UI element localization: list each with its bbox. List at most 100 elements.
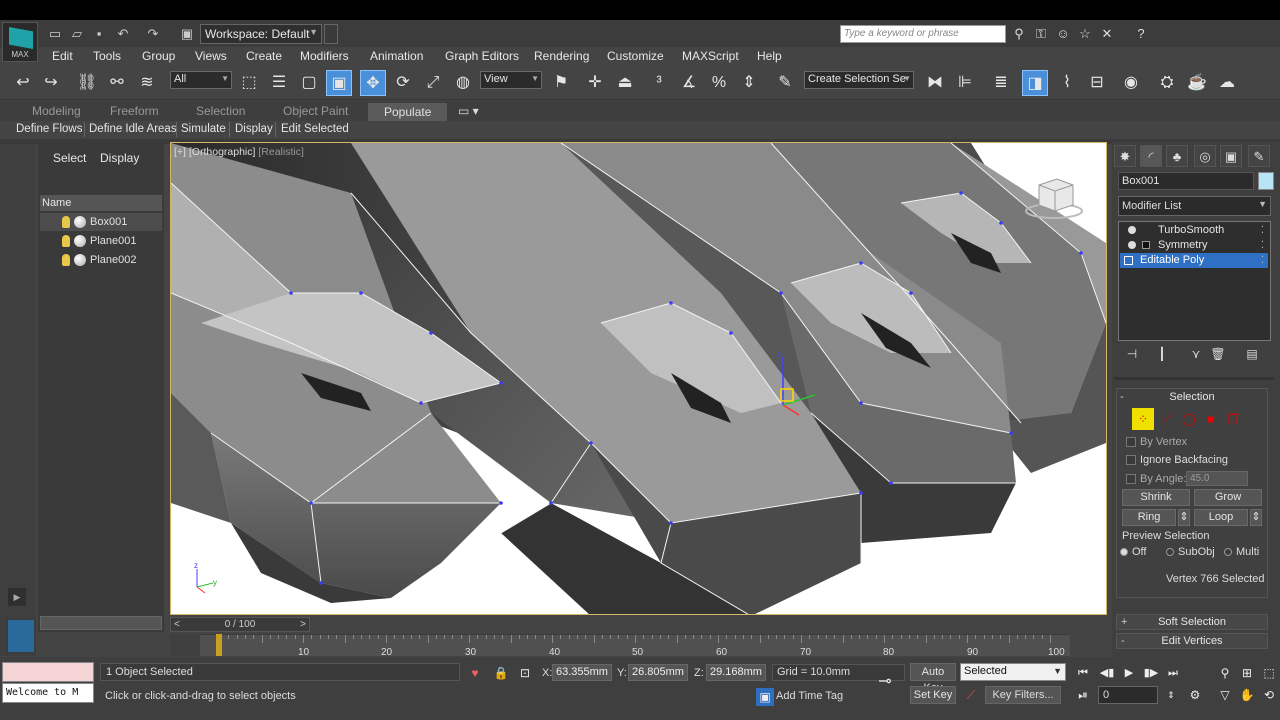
time-slider-track[interactable]	[310, 617, 1107, 632]
by-vertex-checkbox[interactable]	[1126, 437, 1136, 447]
preview-multi-radio[interactable]	[1224, 548, 1232, 556]
menu-help[interactable]: Help	[757, 49, 782, 63]
grow-button[interactable]: Grow	[1194, 489, 1262, 506]
expand-icon[interactable]	[1124, 256, 1133, 265]
go-to-end-icon[interactable]: ⏭	[1164, 664, 1182, 682]
define-flows-button[interactable]: Define Flows	[16, 123, 82, 135]
modifier-list-dropdown[interactable]: Modifier List ▼	[1118, 196, 1271, 216]
light-bulb-icon[interactable]	[1128, 226, 1136, 234]
open-file-icon[interactable]: ▱	[68, 25, 86, 43]
zoom-icon[interactable]: ⚲	[1216, 664, 1234, 682]
key-mode-toggle-icon[interactable]: ⏯	[1074, 686, 1092, 704]
pin-stack-icon[interactable]: ⊣	[1122, 347, 1142, 363]
render-setup-icon[interactable]: ⛭	[1154, 70, 1180, 96]
scene-item-plane001[interactable]: Plane001	[40, 232, 162, 250]
save-file-icon[interactable]: ▪	[90, 25, 108, 43]
by-angle-checkbox[interactable]	[1126, 474, 1136, 484]
light-bulb-icon[interactable]	[62, 235, 70, 247]
display-button[interactable]: Display	[235, 123, 273, 135]
workspace-menu-button[interactable]	[324, 24, 338, 44]
select-by-name-icon[interactable]: ☰	[266, 70, 292, 96]
layer-manager-icon[interactable]: ≣	[988, 70, 1014, 96]
zoom-extents-icon[interactable]: ⬚	[1260, 664, 1278, 682]
light-bulb-icon[interactable]	[62, 254, 70, 266]
polygon-mode-icon[interactable]: ■	[1200, 408, 1222, 430]
remove-modifier-icon[interactable]: 🗑	[1208, 347, 1228, 363]
add-time-tag-button[interactable]: Add Time Tag	[776, 690, 843, 702]
keyboard-shortcut-icon[interactable]: ⏏	[612, 70, 638, 96]
new-file-icon[interactable]: ▭	[46, 25, 64, 43]
window-crossing-icon[interactable]: ▣	[326, 70, 352, 96]
key-filters-button[interactable]: Key Filters...	[985, 686, 1061, 704]
community-icon[interactable]: ☺	[1054, 25, 1072, 43]
utilities-tab-icon[interactable]: ✎	[1248, 145, 1270, 167]
unlink-icon[interactable]: ⚯	[104, 70, 130, 96]
object-name-field[interactable]: Box001	[1118, 172, 1254, 190]
tab-modeling[interactable]: Modeling	[32, 104, 81, 118]
absolute-mode-icon[interactable]: ⊡	[516, 664, 534, 682]
go-to-start-icon[interactable]: ⏮	[1074, 664, 1092, 682]
close-icon[interactable]: ✕	[1098, 25, 1116, 43]
edit-vertices-rollout[interactable]: - Edit Vertices	[1116, 633, 1268, 649]
curve-editor-icon[interactable]: ⌇	[1054, 70, 1080, 96]
menu-animation[interactable]: Animation	[370, 49, 423, 63]
vertex-mode-icon[interactable]: ⁘	[1132, 408, 1154, 430]
scene-item-plane002[interactable]: Plane002	[40, 251, 162, 269]
viewport-shading-label[interactable]: [Realistic]	[258, 146, 304, 158]
hierarchy-tab-icon[interactable]: ♣	[1166, 145, 1188, 167]
help-icon[interactable]: ?	[1132, 25, 1150, 43]
search-input[interactable]: Type a keyword or phrase	[840, 25, 1006, 43]
spinner-icon[interactable]: ⇕	[1162, 686, 1180, 704]
chevron-right-icon[interactable]: >	[300, 618, 306, 631]
preview-subobj-radio[interactable]	[1166, 548, 1174, 556]
menu-rendering[interactable]: Rendering	[534, 49, 589, 63]
current-frame-marker[interactable]	[216, 634, 222, 656]
expand-icon[interactable]	[1142, 241, 1150, 249]
menu-modifiers[interactable]: Modifiers	[300, 49, 349, 63]
maxscript-output[interactable]: Welcome to M	[2, 683, 94, 703]
motion-tab-icon[interactable]: ◎	[1194, 145, 1216, 167]
align-icon[interactable]: ⊫	[952, 70, 978, 96]
selection-filter-dropdown[interactable]: All ▼	[170, 71, 232, 89]
previous-frame-icon[interactable]: ◀▮	[1098, 664, 1116, 682]
auto-key-button[interactable]: Auto Key	[910, 663, 956, 694]
column-header-name[interactable]: Name	[40, 195, 162, 211]
menu-maxscript[interactable]: MAXScript	[682, 49, 739, 63]
scene-item-box001[interactable]: Box001	[40, 213, 162, 231]
ring-button[interactable]: Ring	[1122, 509, 1176, 526]
angle-spinner[interactable]: 45.0	[1186, 471, 1248, 486]
menu-graph-editors[interactable]: Graph Editors	[445, 49, 519, 63]
key-mode-dropdown[interactable]: Selected ▼	[960, 663, 1066, 681]
menu-tools[interactable]: Tools	[93, 49, 121, 63]
menu-create[interactable]: Create	[246, 49, 282, 63]
light-bulb-icon[interactable]	[1128, 241, 1136, 249]
scene-tab-select[interactable]: Select	[53, 151, 86, 165]
rendered-frame-icon[interactable]: ☕	[1184, 70, 1210, 96]
configure-modifier-sets-icon[interactable]: ▤	[1242, 347, 1262, 363]
named-selection-set-dropdown[interactable]: Create Selection Se ▼	[804, 71, 914, 89]
default-key-icon[interactable]: ⊸	[876, 673, 894, 691]
soft-selection-rollout[interactable]: + Soft Selection	[1116, 614, 1268, 630]
isolate-selection-icon[interactable]: ♥	[466, 664, 484, 682]
undo-icon[interactable]: ↩	[10, 70, 36, 96]
menu-views[interactable]: Views	[195, 49, 227, 63]
project-folder-icon[interactable]: ▣	[178, 25, 196, 43]
rotate-icon[interactable]: ⟳	[390, 70, 416, 96]
schematic-view-icon[interactable]: ⊟	[1084, 70, 1110, 96]
redo-icon[interactable]: ↪	[38, 70, 64, 96]
selection-rollout-title[interactable]: Selection	[1118, 391, 1266, 403]
bind-space-warp-icon[interactable]: ≋	[134, 70, 160, 96]
show-end-result-icon[interactable]: ┃	[1152, 347, 1172, 363]
stack-item-editable-poly[interactable]: Editable Poly ⁚	[1120, 253, 1268, 268]
material-editor-icon[interactable]: ◉	[1118, 70, 1144, 96]
binoculars-icon[interactable]: ⚲	[1010, 25, 1028, 43]
key-icon[interactable]: ⚿	[1032, 25, 1050, 43]
set-key-mode-icon[interactable]: ⟋	[962, 686, 980, 704]
make-unique-icon[interactable]: ⋎	[1186, 347, 1206, 363]
ignore-backfacing-checkbox[interactable]	[1126, 455, 1136, 465]
next-frame-icon[interactable]: ▮▶	[1142, 664, 1160, 682]
redo-icon[interactable]: ↷	[144, 25, 162, 43]
time-slider[interactable]: < 0 / 100 >	[170, 617, 310, 632]
render-production-icon[interactable]: ☁	[1214, 70, 1240, 96]
angle-snap-icon[interactable]: ∡	[676, 70, 702, 96]
